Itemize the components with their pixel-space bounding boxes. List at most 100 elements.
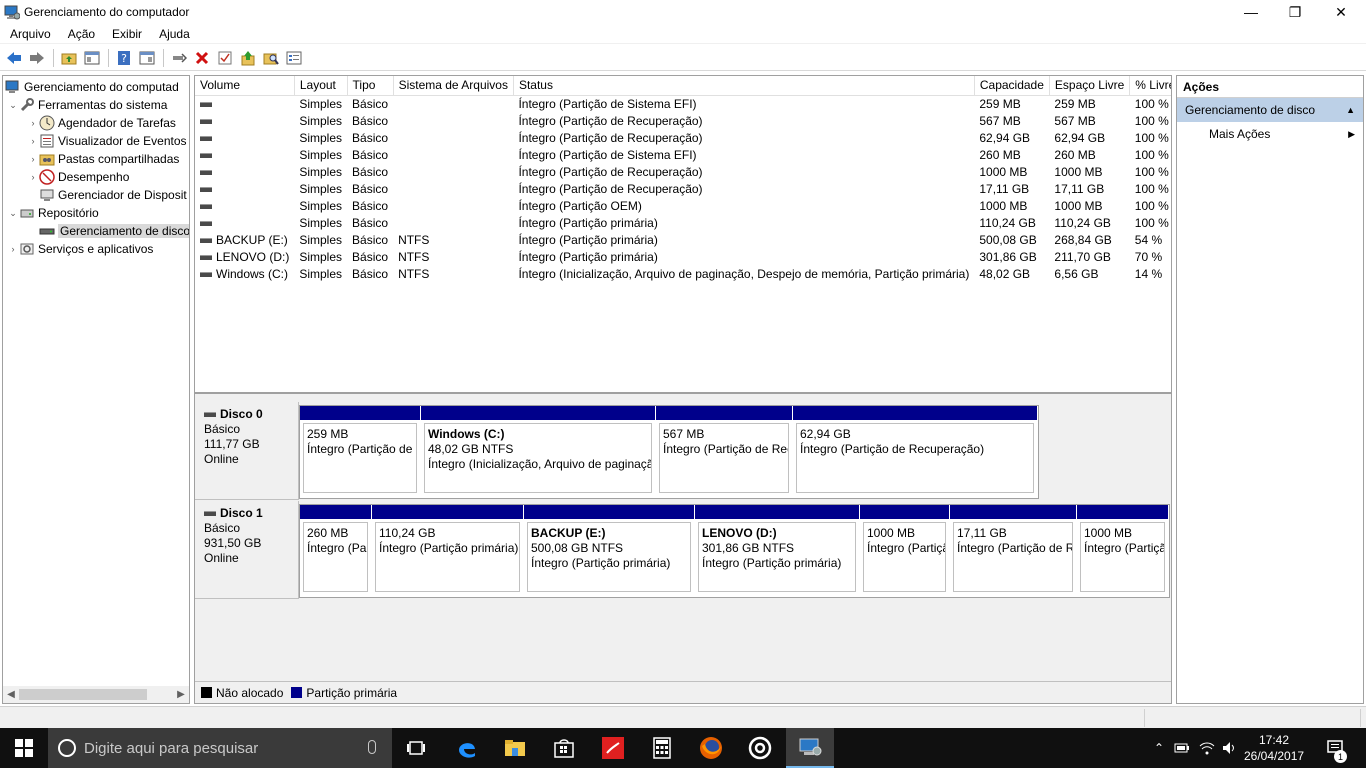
export-button[interactable] — [237, 47, 259, 69]
partition[interactable]: 259 MB Íntegro (Partição de Sistema EFI) — [300, 406, 421, 498]
wifi-icon[interactable] — [1199, 740, 1215, 756]
volume-row[interactable]: Simples Básico Íntegro (Partição de Sistem… — [195, 95, 1171, 112]
partition[interactable]: 1000 MB Íntegro (Partição OEM) — [860, 505, 950, 597]
partition[interactable]: 567 MB Íntegro (Partição de Recuperação) — [656, 406, 793, 498]
volume-table-header: Volume Layout Tipo Sistema de Arquivos S… — [195, 76, 1171, 96]
col-percent-livre[interactable]: % Livre — [1129, 76, 1171, 96]
chevron-right-icon[interactable]: › — [27, 136, 39, 146]
col-capacidade[interactable]: Capacidade — [974, 76, 1050, 96]
col-volume[interactable]: Volume — [195, 76, 295, 96]
chevron-right-icon[interactable]: › — [27, 172, 39, 182]
collapse-up-icon[interactable]: ▲ — [1346, 105, 1355, 115]
scroll-left-icon[interactable]: ◀ — [3, 686, 19, 703]
taskbar-clock[interactable]: 17:42 26/04/2017 — [1244, 732, 1304, 764]
tree-item-storage[interactable]: ⌄ Repositório — [7, 204, 98, 222]
taskbar-firefox[interactable] — [687, 728, 735, 768]
col-sistema-arquivos[interactable]: Sistema de Arquivos — [393, 76, 514, 96]
back-button[interactable] — [3, 47, 25, 69]
volume-icon[interactable] — [1222, 740, 1238, 756]
partition[interactable]: 1000 MB Íntegro (Partição de Recuperação… — [1077, 505, 1169, 597]
partition[interactable]: 62,94 GB Íntegro (Partição de Recuperaçã… — [793, 406, 1038, 498]
forward-button[interactable] — [26, 47, 48, 69]
help-button[interactable]: ? — [113, 47, 135, 69]
actions-section-label: Gerenciamento de disco — [1185, 103, 1316, 117]
close-button[interactable]: ✕ — [1318, 0, 1364, 24]
taskbar-file-explorer[interactable] — [491, 728, 539, 768]
properties-button[interactable] — [283, 47, 305, 69]
show-hidden-icons-chevron-up-icon[interactable]: ⌃ — [1151, 740, 1167, 756]
partition[interactable]: Windows (C:) 48,02 GB NTFS Íntegro (Inic… — [421, 406, 656, 498]
battery-icon[interactable] — [1174, 740, 1190, 756]
tree-item-performance[interactable]: › Desempenho — [27, 168, 129, 186]
menu-exibir[interactable]: Exibir — [102, 27, 149, 41]
tree-item-services[interactable]: › Serviços e aplicativos — [7, 240, 154, 258]
tree-item-computer-management[interactable]: Gerenciamento do computad — [5, 78, 179, 96]
taskbar-app-red[interactable] — [589, 728, 637, 768]
computer-management-icon — [4, 5, 20, 20]
toolbar-separator — [53, 48, 54, 67]
volume-row[interactable]: Simples Básico Íntegro (Partição de Recupe… — [195, 112, 1171, 129]
tree-item-shared-folders[interactable]: › Pastas compartilhadas — [27, 150, 180, 168]
col-status[interactable]: Status — [513, 76, 975, 96]
show-hide-action-pane-button[interactable] — [136, 47, 158, 69]
partition[interactable]: 110,24 GB Íntegro (Partição primária) — [372, 505, 524, 597]
taskbar-groove[interactable] — [736, 728, 784, 768]
tree-horizontal-scrollbar[interactable]: ◀ ▶ — [3, 686, 189, 703]
taskbar-calculator[interactable] — [638, 728, 686, 768]
scroll-right-icon[interactable]: ▶ — [173, 686, 189, 703]
cell-fs — [393, 180, 513, 197]
volume-row[interactable]: Simples Básico Íntegro (Partição de Recupe… — [195, 180, 1171, 197]
chevron-right-icon[interactable]: › — [7, 244, 19, 254]
check-button[interactable] — [214, 47, 236, 69]
partition[interactable]: 17,11 GB Íntegro (Partição de Recuperaçã… — [950, 505, 1077, 597]
start-button[interactable] — [0, 728, 48, 768]
menu-arquivo[interactable]: Arquivo — [0, 27, 58, 41]
tree-item-disk-management[interactable]: Gerenciamento de disco — [27, 222, 189, 240]
microphone-icon[interactable] — [368, 740, 376, 754]
up-folder-button[interactable] — [58, 47, 80, 69]
legend-label: Partição primária — [306, 685, 398, 700]
delete-button[interactable] — [191, 47, 213, 69]
menu-ajuda[interactable]: Ajuda — [149, 27, 197, 41]
partition[interactable]: 260 MB Íntegro (Partição de Sistema EFI) — [300, 505, 372, 597]
cell-status: Íntegro (Partição de Sistema EFI) — [518, 96, 697, 111]
tree-item-system-tools[interactable]: ⌄ Ferramentas do sistema — [7, 96, 167, 114]
volume-row[interactable]: LENOVO (D:) Simples Básico NTFS Íntegro (Par… — [195, 248, 1171, 265]
partition[interactable]: BACKUP (E:) 500,08 GB NTFS Íntegro (Part… — [524, 505, 695, 597]
task-view-button[interactable] — [392, 728, 440, 768]
search-folder-button[interactable] — [260, 47, 282, 69]
volume-row[interactable]: Simples Básico Íntegro (Partição primária)… — [195, 214, 1171, 231]
chevron-down-icon[interactable]: ⌄ — [7, 100, 19, 111]
tree-item-event-viewer[interactable]: › Visualizador de Eventos — [27, 132, 187, 150]
maximize-button[interactable]: ❐ — [1272, 0, 1318, 24]
taskbar-store[interactable] — [540, 728, 588, 768]
show-hide-tree-button[interactable] — [81, 47, 103, 69]
volume-row[interactable]: Simples Básico Íntegro (Partição OEM) 1000 … — [195, 197, 1171, 214]
disk-info[interactable]: Disco 0 Básico 111,77 GB Online — [195, 402, 299, 500]
menu-acao[interactable]: Ação — [58, 27, 102, 41]
chevron-right-icon[interactable]: › — [27, 154, 39, 164]
volume-row[interactable]: Simples Básico Íntegro (Partição de Recupe… — [195, 129, 1171, 146]
col-espaco-livre[interactable]: Espaço Livre — [1049, 76, 1131, 96]
col-tipo[interactable]: Tipo — [347, 76, 394, 96]
chevron-right-icon[interactable]: › — [27, 118, 39, 128]
volume-row[interactable]: Simples Básico Íntegro (Partição de Recupe… — [195, 163, 1171, 180]
taskbar-search[interactable]: Digite aqui para pesquisar — [48, 728, 392, 768]
partition[interactable]: LENOVO (D:) 301,86 GB NTFS Íntegro (Part… — [695, 505, 860, 597]
disk-info[interactable]: Disco 1 Básico 931,50 GB Online — [195, 501, 299, 599]
minimize-button[interactable]: — — [1228, 0, 1274, 24]
more-actions-item[interactable]: Mais Ações ▶ — [1177, 122, 1363, 146]
actions-section-disk-management[interactable]: Gerenciamento de disco ▲ — [1177, 98, 1363, 122]
chevron-down-icon[interactable]: ⌄ — [7, 208, 19, 219]
scrollbar-thumb[interactable] — [19, 689, 147, 700]
volume-row[interactable]: BACKUP (E:) Simples Básico NTFS Íntegro (Par… — [195, 231, 1171, 248]
taskbar-edge[interactable] — [443, 728, 491, 768]
connect-button[interactable] — [168, 47, 190, 69]
taskbar-computer-management[interactable] — [786, 728, 834, 768]
tree-item-device-manager[interactable]: Gerenciador de Disposit — [27, 186, 187, 204]
volume-row[interactable]: Simples Básico Íntegro (Partição de Sistem… — [195, 146, 1171, 163]
volume-row[interactable]: Windows (C:) Simples Básico NTFS Íntegro (In… — [195, 265, 1171, 282]
partition-bar — [860, 505, 949, 519]
tree-item-task-scheduler[interactable]: › Agendador de Tarefas — [27, 114, 176, 132]
col-layout[interactable]: Layout — [294, 76, 348, 96]
